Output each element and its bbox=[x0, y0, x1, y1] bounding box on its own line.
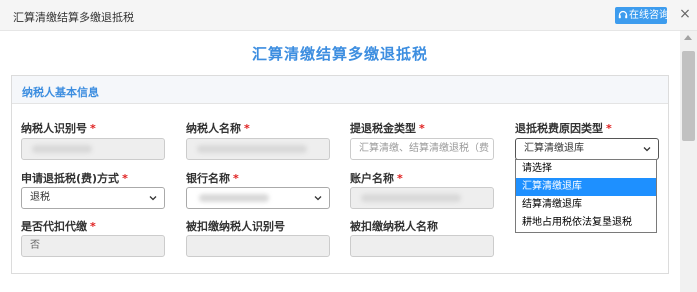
withheld-taxpayer-name-label: 被扣缴纳税人名称 bbox=[350, 220, 438, 233]
redacted-value bbox=[199, 194, 269, 202]
withholding-field: 否 bbox=[21, 235, 165, 257]
taxpayer-id-label: 纳税人识别号 * bbox=[21, 122, 96, 135]
withholding-label: 是否代扣代缴 * bbox=[21, 220, 96, 233]
title-bar: 汇算清缴结算多缴退抵税 在线咨询 × bbox=[0, 0, 697, 31]
redacted-value bbox=[32, 145, 92, 153]
scrollbar-thumb[interactable] bbox=[682, 51, 695, 141]
vertical-scrollbar[interactable] bbox=[680, 31, 697, 292]
dropdown-option[interactable]: 耕地占用税依法复垦退税 bbox=[516, 214, 656, 232]
refund-method-select[interactable]: 退税 bbox=[21, 187, 165, 209]
dropdown-option-selected[interactable]: 汇算清缴退库 bbox=[516, 178, 656, 196]
refund-method-value: 退税 bbox=[30, 192, 50, 203]
refund-reason-type-label: 退抵税费原因类型 * bbox=[515, 122, 612, 135]
window-title: 汇算清缴结算多缴退抵税 bbox=[13, 11, 134, 24]
redacted-value bbox=[197, 145, 307, 153]
refund-tax-type-field[interactable]: 汇算清缴、结算清缴退税（费 bbox=[350, 138, 494, 160]
chevron-down-icon bbox=[149, 196, 157, 201]
withheld-taxpayer-id-label: 被扣缴纳税人识别号 bbox=[186, 220, 285, 233]
account-name-field bbox=[350, 187, 494, 209]
headset-icon bbox=[618, 10, 628, 19]
dropdown-option[interactable]: 请选择 bbox=[516, 160, 656, 178]
taxpayer-id-field bbox=[21, 138, 165, 160]
redacted-value bbox=[361, 194, 461, 202]
refund-reason-dropdown: 请选择 汇算清缴退库 结算清缴退库 耕地占用税依法复垦退税 bbox=[515, 159, 657, 233]
refund-method-label: 申请退抵税(费)方式 * bbox=[21, 172, 128, 185]
panel-title: 纳税人基本信息 bbox=[22, 86, 99, 99]
dropdown-option[interactable]: 结算清缴退库 bbox=[516, 196, 656, 214]
refund-reason-type-select[interactable]: 汇算清缴退库 bbox=[515, 138, 659, 160]
withheld-taxpayer-name-field bbox=[350, 235, 494, 257]
scroll-up-icon[interactable] bbox=[684, 35, 692, 40]
bank-name-label: 银行名称 * bbox=[186, 172, 239, 185]
account-name-label: 账户名称 * bbox=[350, 172, 403, 185]
withheld-taxpayer-id-field bbox=[186, 235, 330, 257]
refund-tax-type-label: 提退税金类型 * bbox=[350, 122, 425, 135]
refund-reason-type-value: 汇算清缴退库 bbox=[524, 143, 584, 154]
online-consult-button[interactable]: 在线咨询 bbox=[615, 7, 669, 24]
chevron-down-icon bbox=[643, 147, 651, 152]
taxpayer-name-label: 纳税人名称 * bbox=[186, 122, 250, 135]
taxpayer-name-field bbox=[186, 138, 330, 160]
close-icon[interactable]: × bbox=[678, 7, 692, 21]
panel-header: 纳税人基本信息 bbox=[12, 76, 668, 104]
online-consult-label: 在线咨询 bbox=[629, 10, 669, 21]
chevron-down-icon bbox=[314, 196, 322, 201]
bank-name-select[interactable] bbox=[186, 187, 330, 209]
page-title: 汇算清缴结算多缴退抵税 bbox=[251, 45, 428, 63]
